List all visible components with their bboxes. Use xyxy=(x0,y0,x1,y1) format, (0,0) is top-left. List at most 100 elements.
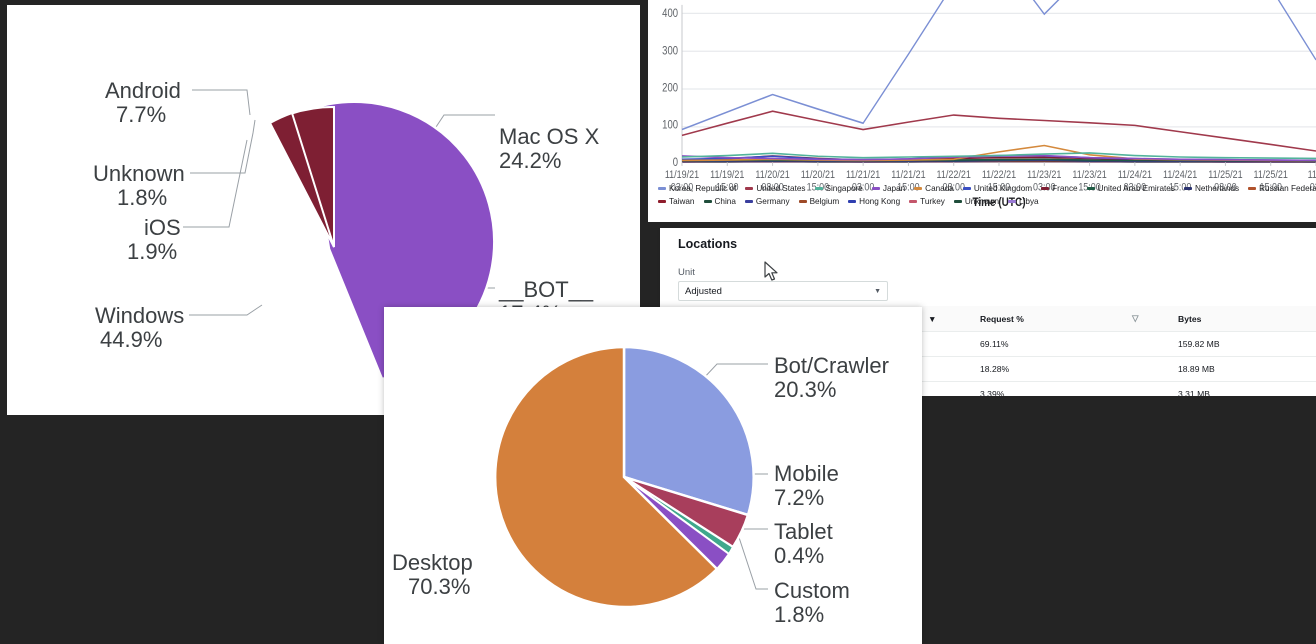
locations-over-time-line-panel: 0 100 200 300 400 11/19/21 03:00 11/19/21 15:00… xyxy=(648,0,1316,222)
legend-swatch-icon xyxy=(909,200,918,203)
table-row[interactable]: 3.39% 3.31 MB xyxy=(920,381,1316,396)
y-tick-400: 400 xyxy=(662,7,678,20)
table-cell-spacer2 xyxy=(1123,356,1170,382)
x-tick-date-1: 11/19/21 xyxy=(710,169,745,181)
legend-swatch-icon xyxy=(1008,200,1017,203)
table-header: ▼ Request % ▽ Bytes xyxy=(920,306,1316,332)
legend-label: Taiwan xyxy=(669,197,695,206)
legend-label: Unknown xyxy=(964,197,1000,206)
legend-item-russian-federation[interactable]: Russian Federation xyxy=(1248,182,1316,195)
legend-item-korea-republic-of[interactable]: Korea, Republic of xyxy=(658,182,736,195)
legend-item-japan[interactable]: Japan xyxy=(871,182,905,195)
table-row[interactable]: 18.28% 18.89 MB xyxy=(920,356,1316,382)
table-cell-spacer xyxy=(920,356,972,382)
device-type-pie-panel: Bot/Crawler 20.3% Mobile 7.2% Tablet 0.4… xyxy=(384,307,922,644)
os-label-ios-pct: 1.9% xyxy=(127,239,177,264)
device-label-mobile-pct: 7.2% xyxy=(774,485,824,510)
chart-legend: Korea, Republic of United States Singapore… xyxy=(658,182,1316,208)
column-header-request-pct[interactable]: Request % xyxy=(972,306,1124,332)
table-cell-bytes: 18.89 MB xyxy=(1169,356,1316,382)
os-label-macosx-pct: 24.2% xyxy=(499,148,561,173)
legend-label: Netherlands xyxy=(1194,184,1240,193)
legend-item-singapore[interactable]: Singapore xyxy=(814,182,863,195)
os-label-bot-name: __BOT__ xyxy=(498,277,594,302)
unit-field-label: Unit xyxy=(678,267,695,278)
legend-swatch-icon xyxy=(871,187,880,190)
legend-item-taiwan[interactable]: Taiwan xyxy=(658,195,695,208)
x-tick-date-10: 11/24/21 xyxy=(1118,169,1153,181)
locations-table: ▼ Request % ▽ Bytes 69.11% 159.82 MB 18.28… xyxy=(920,306,1316,396)
device-pie-chart[interactable]: Bot/Crawler 20.3% Mobile 7.2% Tablet 0.4… xyxy=(384,307,922,644)
x-tick-date-2: 11/20/21 xyxy=(755,169,790,181)
y-tick-0: 0 xyxy=(673,156,678,169)
legend-item-unknown[interactable]: Unknown xyxy=(953,195,1000,208)
legend-swatch-icon xyxy=(1248,187,1257,190)
sort-icon-secondary[interactable]: ▽ xyxy=(1123,306,1170,332)
legend-label: Canada xyxy=(925,184,954,193)
sort-descending-icon[interactable]: ▼ xyxy=(920,306,972,332)
legend-item-united-states[interactable]: United States xyxy=(745,182,806,195)
table-cell-spacer xyxy=(920,331,972,357)
legend-item-libya[interactable]: Libya xyxy=(1008,195,1039,208)
device-label-tablet-name: Tablet xyxy=(774,519,833,544)
legend-swatch-icon xyxy=(1183,187,1192,190)
table-cell-request-pct: 18.28% xyxy=(972,356,1124,382)
device-label-desktop-name: Desktop xyxy=(392,550,473,575)
x-tick-date-14: 11/2 xyxy=(1308,169,1316,181)
legend-item-china[interactable]: China xyxy=(703,195,736,208)
legend-label: Korea, Republic of xyxy=(669,184,737,193)
table-body: 69.11% 159.82 MB 18.28% 18.89 MB 3.39% 3.31 M… xyxy=(920,331,1316,396)
os-label-android-pct: 7.7% xyxy=(116,102,166,127)
legend-item-canada[interactable]: Canada xyxy=(914,182,954,195)
x-tick-date-5: 11/21/21 xyxy=(891,169,926,181)
column-header-bytes[interactable]: Bytes xyxy=(1169,306,1316,332)
locations-table-panel: ▼ Request % ▽ Bytes 69.11% 159.82 MB 18.28… xyxy=(920,306,1316,396)
legend-swatch-icon xyxy=(814,187,823,190)
os-label-unknown-pct: 1.8% xyxy=(117,185,167,210)
legend-label: Turkey xyxy=(920,197,945,206)
y-tick-200: 200 xyxy=(662,82,678,95)
locations-panel-title: Locations xyxy=(678,237,738,251)
legend-swatch-icon xyxy=(914,187,923,190)
legend-item-turkey[interactable]: Turkey xyxy=(909,195,945,208)
legend-label: Libya xyxy=(1019,197,1039,206)
legend-item-netherlands[interactable]: Netherlands xyxy=(1183,182,1240,195)
unit-select-dropdown[interactable]: Adjusted ▼ xyxy=(678,281,888,301)
y-tick-300: 300 xyxy=(662,44,678,57)
legend-swatch-icon xyxy=(745,187,754,190)
x-tick-date-8: 11/23/21 xyxy=(1027,169,1062,181)
legend-swatch-icon xyxy=(744,200,753,203)
os-label-android-name: Android xyxy=(105,78,181,103)
legend-swatch-icon xyxy=(848,200,857,203)
legend-row-2: Taiwan China Germany Belgium Hong Kong Turkey… xyxy=(658,195,1306,208)
x-tick-date-11: 11/24/21 xyxy=(1163,169,1198,181)
legend-item-germany[interactable]: Germany xyxy=(744,195,790,208)
table-cell-bytes: 3.31 MB xyxy=(1169,381,1316,396)
legend-item-france[interactable]: France xyxy=(1041,182,1078,195)
legend-label: Belgium xyxy=(809,197,840,206)
legend-item-hong-kong[interactable]: Hong Kong xyxy=(848,195,900,208)
table-cell-spacer2 xyxy=(1123,331,1170,357)
legend-swatch-icon xyxy=(658,200,666,203)
device-label-botcrawler-pct: 20.3% xyxy=(774,377,836,402)
device-pie-slices[interactable] xyxy=(493,345,755,609)
os-label-macosx-name: Mac OS X xyxy=(499,124,600,149)
x-tick-date-0: 11/19/21 xyxy=(665,169,700,181)
table-row[interactable]: 69.11% 159.82 MB xyxy=(920,331,1316,357)
table-cell-bytes: 159.82 MB xyxy=(1169,331,1316,357)
chevron-down-icon: ▼ xyxy=(874,287,881,295)
table-cell-request-pct: 3.39% xyxy=(972,381,1124,396)
legend-item-united-kingdom[interactable]: United Kingdom xyxy=(962,182,1032,195)
table-cell-request-pct: 69.11% xyxy=(972,331,1124,357)
unit-select-value: Adjusted xyxy=(685,285,722,297)
legend-label: United Arab Emirates xyxy=(1097,184,1175,193)
x-tick-date-7: 11/22/21 xyxy=(982,169,1017,181)
legend-swatch-icon xyxy=(1086,187,1095,190)
x-tick-date-12: 11/25/21 xyxy=(1208,169,1243,181)
table-cell-spacer2 xyxy=(1123,381,1170,396)
os-label-ios-name: iOS xyxy=(144,215,181,240)
legend-item-united-arab-emirates[interactable]: United Arab Emirates xyxy=(1086,182,1175,195)
x-tick-date-4: 11/21/21 xyxy=(846,169,881,181)
chart-series-lines xyxy=(681,0,1316,163)
legend-item-belgium[interactable]: Belgium xyxy=(798,195,840,208)
